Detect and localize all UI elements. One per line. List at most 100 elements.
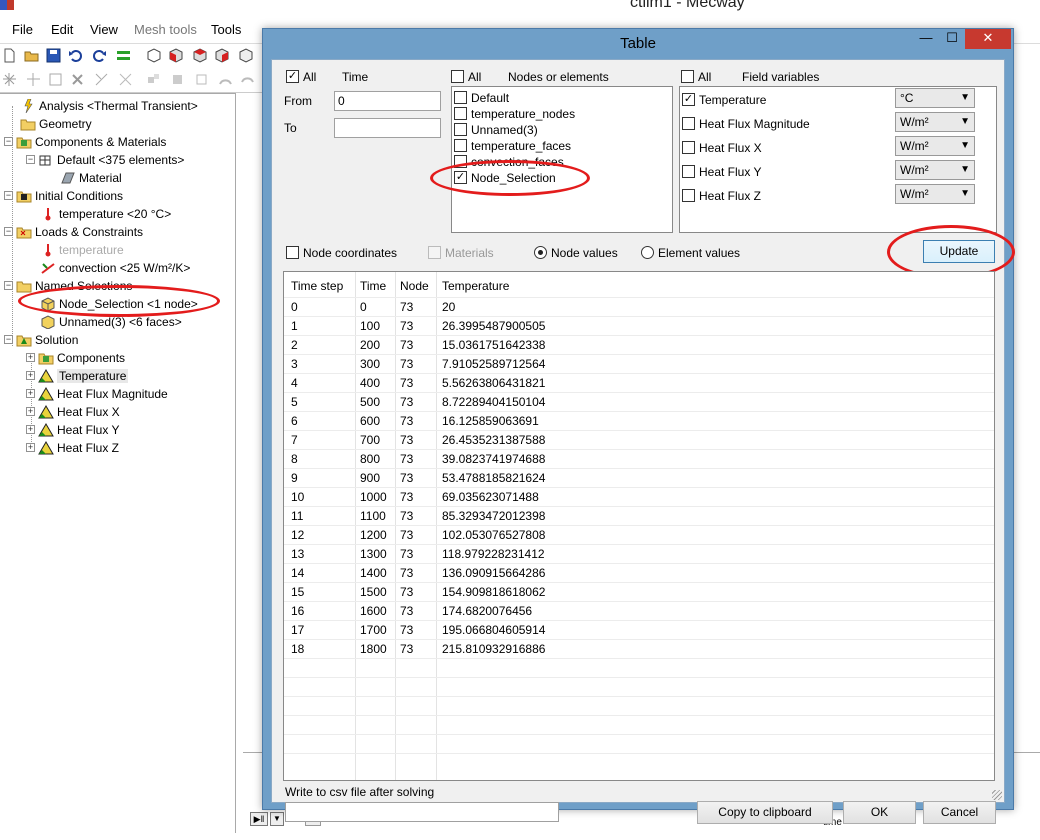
collapse-icon[interactable]: − <box>4 335 13 345</box>
from-input[interactable]: 0 <box>334 91 441 111</box>
to-input[interactable] <box>334 118 441 138</box>
update-button[interactable]: Update <box>923 240 995 263</box>
expand-icon[interactable]: + <box>26 389 35 399</box>
node-item-convection-faces[interactable]: convection_faces <box>454 153 564 169</box>
tree-heat-flux-z[interactable]: + Heat Flux Z <box>26 438 119 456</box>
tree-node-selection[interactable]: Node_Selection <1 node> <box>40 294 198 312</box>
node-item-default[interactable]: Default <box>454 89 509 105</box>
select-elements-icon[interactable] <box>26 72 41 87</box>
field-item-checkbox[interactable] <box>682 165 695 179</box>
node-item-checkbox[interactable] <box>454 155 467 169</box>
pan-icon[interactable] <box>240 72 255 87</box>
element-values-radio[interactable] <box>641 246 654 259</box>
save-icon[interactable] <box>46 48 61 63</box>
node-item-checkbox[interactable] <box>454 107 467 121</box>
collapse-icon[interactable]: − <box>26 155 35 165</box>
collapse-icon[interactable]: − <box>4 281 13 291</box>
cube-top-icon[interactable] <box>192 48 207 63</box>
resize-grip-icon[interactable] <box>992 790 1002 800</box>
tree-solution-components[interactable]: + Components <box>26 348 125 366</box>
unit-select-heat-flux-y[interactable]: W/m² ▼ <box>895 160 975 180</box>
tree-default-component[interactable]: − Default <375 elements> <box>26 150 184 168</box>
tree-heat-flux-y[interactable]: + Heat Flux Y <box>26 420 119 438</box>
tree-initial-temperature[interactable]: temperature <20 °C> <box>40 204 171 222</box>
cube-iso-icon[interactable] <box>238 48 253 63</box>
fields-all-checkbox[interactable] <box>681 70 694 83</box>
unit-select-heat-flux-magnitude[interactable]: W/m² ▼ <box>895 112 975 132</box>
field-item-checkbox[interactable] <box>682 117 695 131</box>
node-item-unnamed3[interactable]: Unnamed(3) <box>454 121 538 137</box>
unit-select-heat-flux-x[interactable]: W/m² ▼ <box>895 136 975 156</box>
menu-edit[interactable]: Edit <box>51 22 73 37</box>
unit-select-temperature[interactable]: °C ▼ <box>895 88 975 108</box>
tree-convection[interactable]: convection <25 W/m²/K> <box>40 258 190 276</box>
field-item-heat-flux-z[interactable]: Heat Flux Z <box>682 187 761 203</box>
field-item-checkbox[interactable] <box>682 141 695 155</box>
tree-components-materials[interactable]: − Components & Materials <box>4 132 166 150</box>
tree-initial-conditions[interactable]: − Initial Conditions <box>4 186 123 204</box>
delete-icon[interactable] <box>70 72 85 87</box>
collapse-icon[interactable]: − <box>4 191 13 201</box>
node-item-checkbox[interactable] <box>454 91 467 105</box>
node-values-radio[interactable] <box>534 246 547 259</box>
node-item-temperature-nodes[interactable]: temperature_nodes <box>454 105 575 121</box>
expand-icon[interactable]: + <box>26 353 35 363</box>
tree-analysis[interactable]: Analysis <Thermal Transient> <box>20 96 198 114</box>
menu-tools[interactable]: Tools <box>211 22 241 37</box>
menu-file[interactable]: File <box>12 22 33 37</box>
redo-icon[interactable] <box>92 48 107 63</box>
field-item-heat-flux-y[interactable]: Heat Flux Y <box>682 163 761 179</box>
node-item-checkbox[interactable] <box>454 123 467 137</box>
header-temperature[interactable]: Temperature <box>442 279 509 293</box>
minimize-icon[interactable]: — <box>913 29 939 49</box>
materials-checkbox[interactable] <box>428 246 441 259</box>
revolve-icon[interactable] <box>170 72 185 87</box>
node-coordinates-checkbox[interactable] <box>286 246 299 259</box>
field-item-heat-flux-x[interactable]: Heat Flux X <box>682 139 762 155</box>
tree-named-selections[interactable]: − Named Selections <box>4 276 132 294</box>
tree-loads-constraints[interactable]: − Loads & Constraints <box>4 222 143 240</box>
tree-unnamed-selection[interactable]: Unnamed(3) <6 faces> <box>40 312 182 330</box>
tree-heat-flux-x[interactable]: + Heat Flux X <box>26 402 120 420</box>
open-folder-icon[interactable] <box>24 48 39 63</box>
node-item-checkbox[interactable] <box>454 139 467 153</box>
field-item-checkbox[interactable] <box>682 189 695 203</box>
refine-icon[interactable] <box>218 72 233 87</box>
expand-icon[interactable]: + <box>26 371 35 381</box>
node-item-temperature-faces[interactable]: temperature_faces <box>454 137 571 153</box>
unit-select-heat-flux-z[interactable]: W/m² ▼ <box>895 184 975 204</box>
collapse-icon[interactable]: − <box>4 137 13 147</box>
node-item-checkbox[interactable]: ✓ <box>454 171 467 185</box>
csv-path-input[interactable] <box>285 802 559 822</box>
field-item-temperature[interactable]: ✓ Temperature <box>682 91 766 107</box>
cube-front-icon[interactable] <box>168 48 183 63</box>
maximize-icon[interactable]: ☐ <box>939 29 965 49</box>
merge-icon[interactable] <box>118 72 133 87</box>
tree-material[interactable]: Material <box>60 168 122 186</box>
time-all-checkbox[interactable]: ✓ <box>286 70 299 83</box>
play-pause-icon[interactable]: ▶‖ <box>250 812 268 826</box>
cancel-button[interactable]: Cancel <box>923 801 996 824</box>
expand-icon[interactable]: + <box>26 425 35 435</box>
tree-heat-flux-magnitude[interactable]: + Heat Flux Magnitude <box>26 384 168 402</box>
select-nodes-icon[interactable] <box>2 72 17 87</box>
node-item-node-selection[interactable]: ✓ Node_Selection <box>454 169 556 185</box>
new-file-icon[interactable] <box>2 48 17 63</box>
expand-icon[interactable]: + <box>26 443 35 453</box>
tree-solution-temperature[interactable]: + Temperature <box>26 366 129 384</box>
header-node[interactable]: Node <box>400 279 429 293</box>
header-time-step[interactable]: Time step <box>291 279 343 293</box>
header-time[interactable]: Time <box>360 279 386 293</box>
expand-icon[interactable]: + <box>26 407 35 417</box>
ok-button[interactable]: OK <box>843 801 916 824</box>
tree-geometry[interactable]: Geometry <box>20 114 92 132</box>
solve-icon[interactable] <box>116 48 131 63</box>
cube-wire-icon[interactable] <box>146 48 161 63</box>
nodes-all-checkbox[interactable] <box>451 70 464 83</box>
tree-load-temperature[interactable]: temperature <box>40 240 124 258</box>
copy-to-clipboard-button[interactable]: Copy to clipboard <box>697 801 833 824</box>
menu-mesh-tools[interactable]: Mesh tools <box>134 22 197 37</box>
chevron-down-icon[interactable]: ▼ <box>270 812 284 826</box>
cube-side-icon[interactable] <box>214 48 229 63</box>
collapse-icon[interactable]: − <box>4 227 13 237</box>
